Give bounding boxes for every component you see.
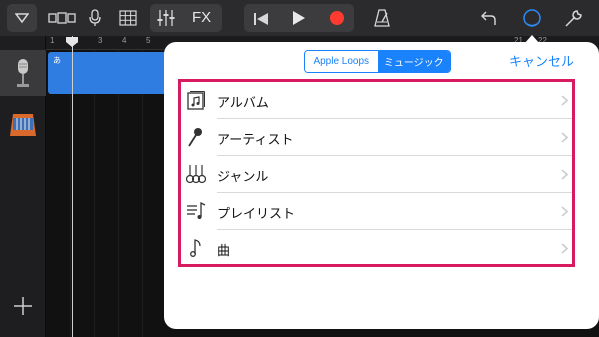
plus-icon <box>14 297 32 315</box>
source-segmented-control: Apple Loops ミュージック <box>304 50 451 73</box>
list-item-label: ジャンル <box>217 170 269 185</box>
list-item-album[interactable]: アルバム <box>181 82 572 119</box>
toolbar: FX <box>0 0 599 36</box>
undo-icon <box>481 11 496 25</box>
track-header-drummer[interactable] <box>0 102 46 148</box>
list-item-songs[interactable]: 曲 <box>181 230 572 267</box>
ruler-mark: 5 <box>146 36 151 45</box>
mixer-fx-group: FX <box>150 4 222 32</box>
ruler-mark: 3 <box>98 36 103 45</box>
transport-group <box>244 4 354 32</box>
list-item-label: アルバム <box>217 96 269 111</box>
cancel-button[interactable]: キャンセル <box>509 51 574 70</box>
region-label: あ <box>53 56 61 65</box>
dropdown-button[interactable] <box>7 4 37 32</box>
playhead-handle-icon[interactable] <box>65 36 79 48</box>
microphone-icon <box>188 128 202 147</box>
browser-button[interactable] <box>45 4 79 32</box>
microphone-button[interactable] <box>84 4 106 32</box>
chevron-right-icon <box>561 206 568 217</box>
play-button[interactable] <box>292 10 306 30</box>
drum-machine-icon <box>10 114 36 136</box>
playlist-icon <box>187 201 206 219</box>
record-icon <box>330 11 344 25</box>
rewind-icon <box>254 13 268 25</box>
ruler-mark: 1 <box>50 36 55 45</box>
list-item-genre[interactable]: ジャンル <box>181 156 572 193</box>
loop-browser-icon <box>523 9 541 27</box>
grid-button[interactable] <box>115 4 141 32</box>
segment-music[interactable]: ミュージック <box>377 51 450 72</box>
list-item-label: プレイリスト <box>217 207 296 222</box>
album-icon <box>187 91 205 110</box>
add-track-button[interactable] <box>10 293 36 319</box>
fx-button[interactable]: FX <box>192 9 211 26</box>
metronome-icon <box>374 9 390 27</box>
guitars-icon <box>186 165 206 184</box>
play-icon <box>293 11 305 25</box>
grid-icon <box>119 10 137 26</box>
media-browser-popover: Apple Loops ミュージック キャンセル アルバム アーティスト ジャン… <box>164 42 599 329</box>
undo-button[interactable] <box>477 4 501 32</box>
list-item-label: 曲 <box>217 244 231 259</box>
music-note-icon <box>190 239 201 257</box>
microphone-icon <box>89 9 101 26</box>
browser-icon <box>48 12 76 24</box>
settings-wrench-icon <box>565 10 582 27</box>
garageband-screen: FX 1 3 4 5 21 22 あ Apple Loops ミュージック キャ… <box>0 0 599 337</box>
loop-browser-button[interactable] <box>519 4 545 32</box>
chevron-right-icon <box>561 243 568 254</box>
chevron-right-icon <box>561 169 568 180</box>
rewind-button[interactable] <box>253 11 269 30</box>
chevron-right-icon <box>561 132 568 143</box>
mixer-button[interactable] <box>156 9 176 31</box>
metronome-button[interactable] <box>370 4 394 32</box>
chevron-right-icon <box>561 95 568 106</box>
track-header-vocals[interactable] <box>0 50 46 96</box>
list-item-playlist[interactable]: プレイリスト <box>181 193 572 230</box>
track-headers <box>0 36 46 337</box>
list-item-artist[interactable]: アーティスト <box>181 119 572 156</box>
segment-apple-loops[interactable]: Apple Loops <box>305 51 378 72</box>
settings-button[interactable] <box>561 4 587 32</box>
category-list: アルバム アーティスト ジャンル プレイリスト 曲 <box>178 79 575 267</box>
list-item-label: アーティスト <box>217 133 294 148</box>
dropdown-triangle-icon <box>15 13 29 23</box>
studio-microphone-icon <box>17 59 29 87</box>
mixer-icon <box>157 10 175 26</box>
ruler-mark: 4 <box>122 36 127 45</box>
record-button[interactable] <box>329 10 345 30</box>
playhead[interactable] <box>72 36 73 337</box>
